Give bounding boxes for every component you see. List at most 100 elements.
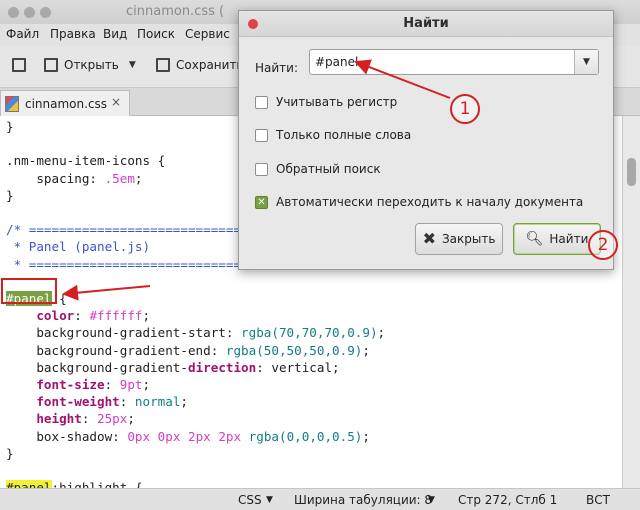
tab-cinnamon-css[interactable]: cinnamon.css ×: [0, 90, 130, 116]
save-icon: [156, 58, 170, 72]
dialog-title: Найти: [403, 16, 449, 31]
dialog-titlebar: Найти: [239, 11, 613, 37]
code-token: ;: [362, 428, 370, 444]
checkbox[interactable]: [255, 95, 268, 109]
code-token: height: [36, 411, 82, 427]
code-line: color: #ffffff;: [6, 307, 150, 324]
code-token: #ffffff: [89, 308, 143, 324]
annotation-marker-1: 1: [450, 94, 480, 124]
code-token: .5em: [104, 170, 135, 186]
checkbox[interactable]: [255, 162, 268, 176]
close-button[interactable]: ✖ Закрыть: [415, 223, 503, 255]
menu-tools[interactable]: Сервис: [185, 27, 230, 41]
code-line: }: [6, 445, 14, 462]
tab-width-selector[interactable]: Ширина табуляции: 8: [294, 493, 432, 507]
chevron-down-icon[interactable]: ▼: [266, 495, 273, 505]
code-token: :: [119, 394, 135, 410]
find-dialog: Найти Найти: ▼ Учитывать регистр Только …: [238, 10, 614, 270]
code-token: ;: [127, 411, 135, 427]
code-token: ;: [134, 170, 143, 186]
code-token: * Panel (panel.js): [6, 239, 151, 255]
checkbox[interactable]: [255, 128, 268, 142]
code-token: spacing:: [6, 170, 105, 186]
chevron-down-icon[interactable]: ▼: [129, 60, 136, 70]
vertical-scrollbar[interactable]: [622, 116, 640, 488]
option-whole-words[interactable]: Только полные слова: [255, 128, 411, 142]
menu-view[interactable]: Вид: [103, 27, 127, 41]
option-label: Учитывать регистр: [276, 95, 398, 109]
code-line: * ==============================: [6, 256, 257, 273]
scrollbar-thumb[interactable]: [627, 158, 636, 186]
open-file-icon: [44, 58, 58, 72]
code-token: :: [74, 308, 90, 324]
code-line: background-gradient-end: rgba(50,50,50,0…: [6, 342, 370, 359]
find-combobox[interactable]: ▼: [309, 49, 599, 75]
code-line: font-weight: normal;: [6, 393, 188, 410]
window-minimize-dot[interactable]: [24, 7, 35, 18]
code-token: ;: [142, 308, 151, 324]
code-line: box-shadow: 0px 0px 2px 2px rgba(0,0,0,0…: [6, 428, 370, 445]
chevron-down-icon[interactable]: ▼: [428, 495, 435, 505]
save-label: Сохранить: [176, 58, 244, 72]
option-wrap-around[interactable]: ✕ Автоматически переходить к началу доку…: [255, 195, 583, 209]
code-token: ;: [377, 325, 386, 341]
code-token: }: [6, 445, 14, 461]
annotation-highlight-box: [1, 278, 57, 304]
code-token: #panel: [6, 480, 52, 488]
code-token: ;: [180, 394, 189, 410]
code-token: rgba(50,50,50,0.9): [225, 342, 363, 358]
language-selector[interactable]: CSS: [238, 493, 262, 507]
annotation-marker-2: 2: [588, 230, 618, 260]
code-token: font-size: [36, 377, 105, 392]
code-token: :: [81, 411, 98, 427]
code-token: background-gradient-start:: [6, 325, 242, 341]
code-token: :: [104, 377, 120, 392]
checkbox-checked[interactable]: ✕: [255, 195, 268, 209]
code-token: /* ==============================: [6, 222, 257, 238]
code-token: ;: [362, 342, 370, 358]
window-close-dot[interactable]: [8, 7, 19, 18]
code-token: rgba(70,70,70,0.9): [241, 325, 378, 341]
menu-file[interactable]: Файл: [6, 27, 39, 41]
code-token: :highlight {: [51, 480, 143, 488]
find-input[interactable]: [310, 50, 574, 74]
code-token: background-gradient-: [6, 359, 188, 375]
code-line: font-size: 9pt;: [6, 376, 150, 393]
open-label: Открыть: [64, 58, 119, 72]
close-button-label: Закрыть: [441, 232, 496, 246]
chevron-down-icon[interactable]: ▼: [574, 50, 598, 74]
find-button[interactable]: 🔍︎ Найти: [513, 223, 601, 255]
menu-edit[interactable]: Правка: [50, 27, 96, 41]
option-label: Обратный поиск: [276, 162, 381, 176]
code-line: * Panel (panel.js): [6, 238, 150, 255]
option-search-backwards[interactable]: Обратный поиск: [255, 162, 381, 176]
new-document-button[interactable]: [12, 58, 26, 72]
code-line: height: 25px;: [6, 410, 135, 427]
code-line: /* ==============================: [6, 221, 256, 238]
new-document-icon: [12, 58, 26, 72]
menu-search[interactable]: Поиск: [137, 27, 175, 41]
code-token: ;: [142, 377, 151, 392]
code-line: .nm-menu-item-icons {: [6, 152, 165, 169]
close-icon: ✖: [422, 229, 436, 248]
css-file-icon: [5, 95, 19, 112]
search-icon: 🔍︎: [525, 231, 544, 247]
open-button[interactable]: Открыть ▼: [44, 58, 136, 72]
code-token: normal: [134, 394, 181, 410]
cursor-position: Стр 272, Стлб 1: [458, 493, 558, 507]
insert-mode: ВСТ: [586, 493, 610, 507]
code-line: background-gradient-start: rgba(70,70,70…: [6, 324, 385, 341]
window-maximize-dot[interactable]: [40, 7, 51, 18]
code-token: : vertical;: [256, 359, 340, 375]
code-token: font-weight: [36, 394, 120, 410]
option-match-case[interactable]: Учитывать регистр: [255, 95, 397, 109]
code-token: direction: [187, 359, 257, 375]
close-icon[interactable]: ×: [111, 95, 121, 109]
option-label: Автоматически переходить к началу докуме…: [276, 195, 584, 209]
option-label: Только полные слова: [276, 128, 412, 142]
save-button[interactable]: Сохранить: [156, 58, 244, 72]
